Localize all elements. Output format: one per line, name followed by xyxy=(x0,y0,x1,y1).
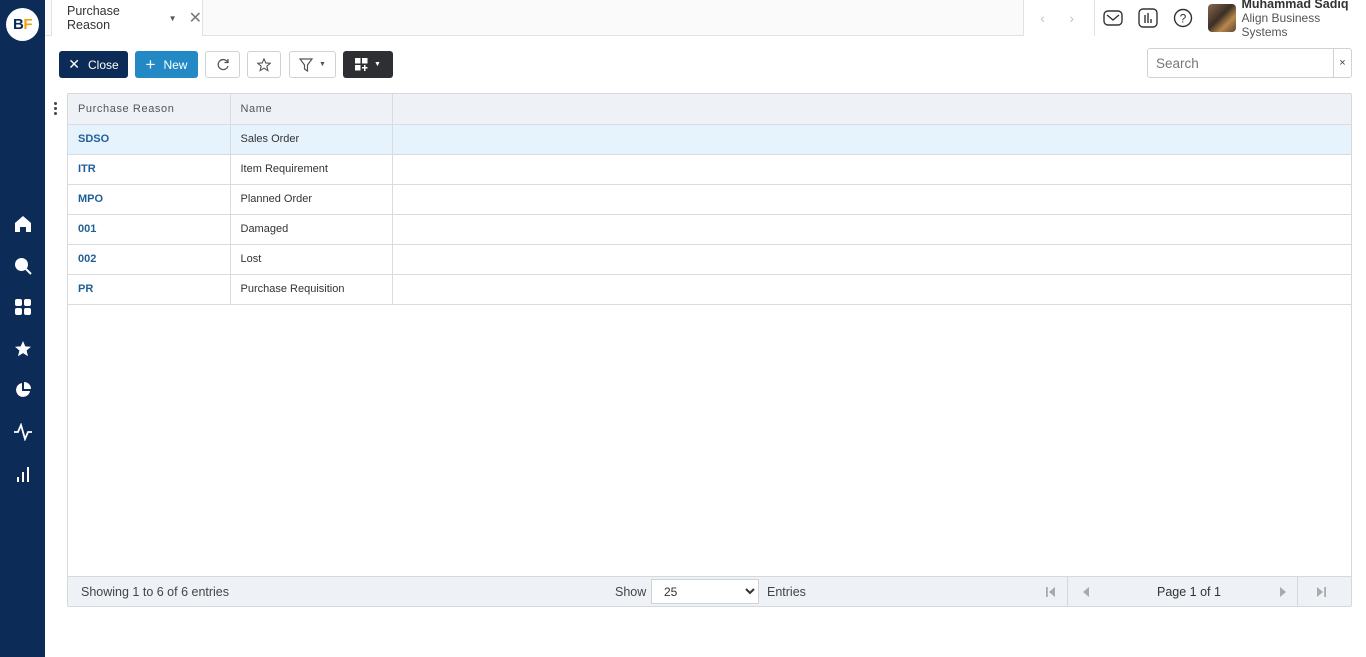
favorite-button[interactable] xyxy=(247,51,281,78)
close-tab-icon[interactable]: ✕ xyxy=(189,8,202,28)
purchase-reason-name: Planned Order xyxy=(230,184,393,215)
previous-page-button[interactable] xyxy=(1073,577,1099,606)
data-grid: Purchase Reason Name SDSO Sales Order ITR I… xyxy=(67,93,1352,607)
pie-chart-icon[interactable] xyxy=(12,379,34,401)
purchase-reason-code-link[interactable]: PR xyxy=(68,274,231,305)
caret-down-icon: ▼ xyxy=(319,61,326,68)
entries-summary: Showing 1 to 6 of 6 entries xyxy=(81,585,230,599)
next-page-icon xyxy=(1279,586,1286,597)
column-header-filler xyxy=(392,94,1351,125)
purchase-reason-code-link[interactable]: MPO xyxy=(68,184,231,215)
home-icon[interactable] xyxy=(12,213,34,235)
back-arrow-icon[interactable]: ‹ xyxy=(1028,10,1057,26)
user-name: Muhammad Sadiq xyxy=(1241,0,1349,11)
clear-search-button[interactable]: × xyxy=(1333,49,1351,77)
last-page-icon xyxy=(1316,586,1326,597)
user-org: Align Business Systems xyxy=(1241,11,1321,39)
tab-purchase-reason[interactable]: Purchase Reason ▼ ✕ xyxy=(51,0,203,36)
column-header-name[interactable]: Name xyxy=(230,94,393,125)
layout-button[interactable]: ▼ xyxy=(343,51,393,78)
filler-cell xyxy=(392,124,1351,155)
search-icon[interactable] xyxy=(12,255,34,277)
page-size-select[interactable]: 25 xyxy=(651,579,759,604)
top-right-area: ‹ › ? Muhammad Sadiq Align Business Syst… xyxy=(1023,0,1366,39)
mail-icon[interactable] xyxy=(1095,9,1130,27)
header-row: Purchase Reason Name xyxy=(68,94,1351,125)
search-box: × xyxy=(1147,48,1352,78)
user-info[interactable]: Muhammad Sadiq Align Business Systems xyxy=(1242,0,1366,39)
purchase-reason-code-link[interactable]: 002 xyxy=(68,244,231,275)
report-icon[interactable] xyxy=(1130,8,1165,28)
table-row[interactable]: MPO Planned Order xyxy=(68,184,1351,215)
first-page-button[interactable] xyxy=(1034,577,1068,606)
apps-grid-icon[interactable] xyxy=(12,296,34,318)
table-row[interactable]: ITR Item Requirement xyxy=(68,154,1351,185)
star-icon[interactable] xyxy=(12,338,34,360)
purchase-reason-name: Item Requirement xyxy=(230,154,393,185)
svg-text:?: ? xyxy=(1179,12,1186,26)
last-page-button[interactable] xyxy=(1306,577,1336,606)
filler-cell xyxy=(392,244,1351,275)
close-button[interactable]: ✕ Close xyxy=(59,51,128,78)
forward-arrow-icon[interactable]: › xyxy=(1057,10,1086,26)
app-logo[interactable]: BF xyxy=(6,8,39,41)
caret-down-icon: ▼ xyxy=(374,61,381,68)
refresh-button[interactable] xyxy=(205,51,240,78)
new-button[interactable]: + New xyxy=(135,51,198,78)
grid-add-icon xyxy=(355,58,368,71)
grid-footer: Showing 1 to 6 of 6 entries Show 25 Entr… xyxy=(68,576,1351,606)
show-label: Show xyxy=(615,585,647,599)
filter-button[interactable]: ▼ xyxy=(289,51,336,78)
filler-cell xyxy=(392,154,1351,185)
table-row[interactable]: SDSO Sales Order xyxy=(68,124,1351,155)
filler-cell xyxy=(392,214,1351,245)
table-row[interactable]: 001 Damaged xyxy=(68,214,1351,245)
first-page-icon xyxy=(1046,586,1055,597)
bar-chart-icon[interactable] xyxy=(12,463,34,485)
filter-icon xyxy=(299,57,314,72)
purchase-reason-code-link[interactable]: SDSO xyxy=(68,124,231,155)
tab-label: Purchase Reason xyxy=(67,4,120,32)
purchase-reason-name: Purchase Requisition xyxy=(230,274,393,305)
avatar[interactable] xyxy=(1208,4,1236,32)
next-page-button[interactable] xyxy=(1268,577,1298,606)
table-row[interactable]: PR Purchase Requisition xyxy=(68,274,1351,305)
purchase-reason-name: Sales Order xyxy=(230,124,393,155)
sidebar: BF xyxy=(0,0,45,657)
activity-icon[interactable] xyxy=(12,421,34,443)
previous-page-icon xyxy=(1083,586,1089,597)
purchase-reason-table: Purchase Reason Name SDSO Sales Order ITR I… xyxy=(68,94,1351,305)
top-bar: Purchase Reason ▼ ✕ ‹ › ? Muhammad Sadiq… xyxy=(45,0,1366,39)
help-icon[interactable]: ? xyxy=(1165,8,1200,28)
star-outline-icon xyxy=(257,57,271,72)
filler-cell xyxy=(392,184,1351,215)
purchase-reason-name: Lost xyxy=(230,244,393,275)
page-indicator: Page 1 of 1 xyxy=(1157,585,1221,599)
column-options-icon[interactable] xyxy=(54,102,58,117)
plus-icon: + xyxy=(145,54,156,74)
column-header-purchase-reason[interactable]: Purchase Reason xyxy=(68,94,231,125)
purchase-reason-name: Damaged xyxy=(230,214,393,245)
filler-cell xyxy=(392,274,1351,305)
refresh-icon xyxy=(217,58,229,70)
close-icon: ✕ xyxy=(68,56,81,72)
table-row[interactable]: 002 Lost xyxy=(68,244,1351,275)
entries-label: Entries xyxy=(767,585,806,599)
caret-down-icon[interactable]: ▼ xyxy=(169,14,177,23)
search-input[interactable] xyxy=(1148,49,1333,77)
purchase-reason-code-link[interactable]: 001 xyxy=(68,214,231,245)
purchase-reason-code-link[interactable]: ITR xyxy=(68,154,231,185)
